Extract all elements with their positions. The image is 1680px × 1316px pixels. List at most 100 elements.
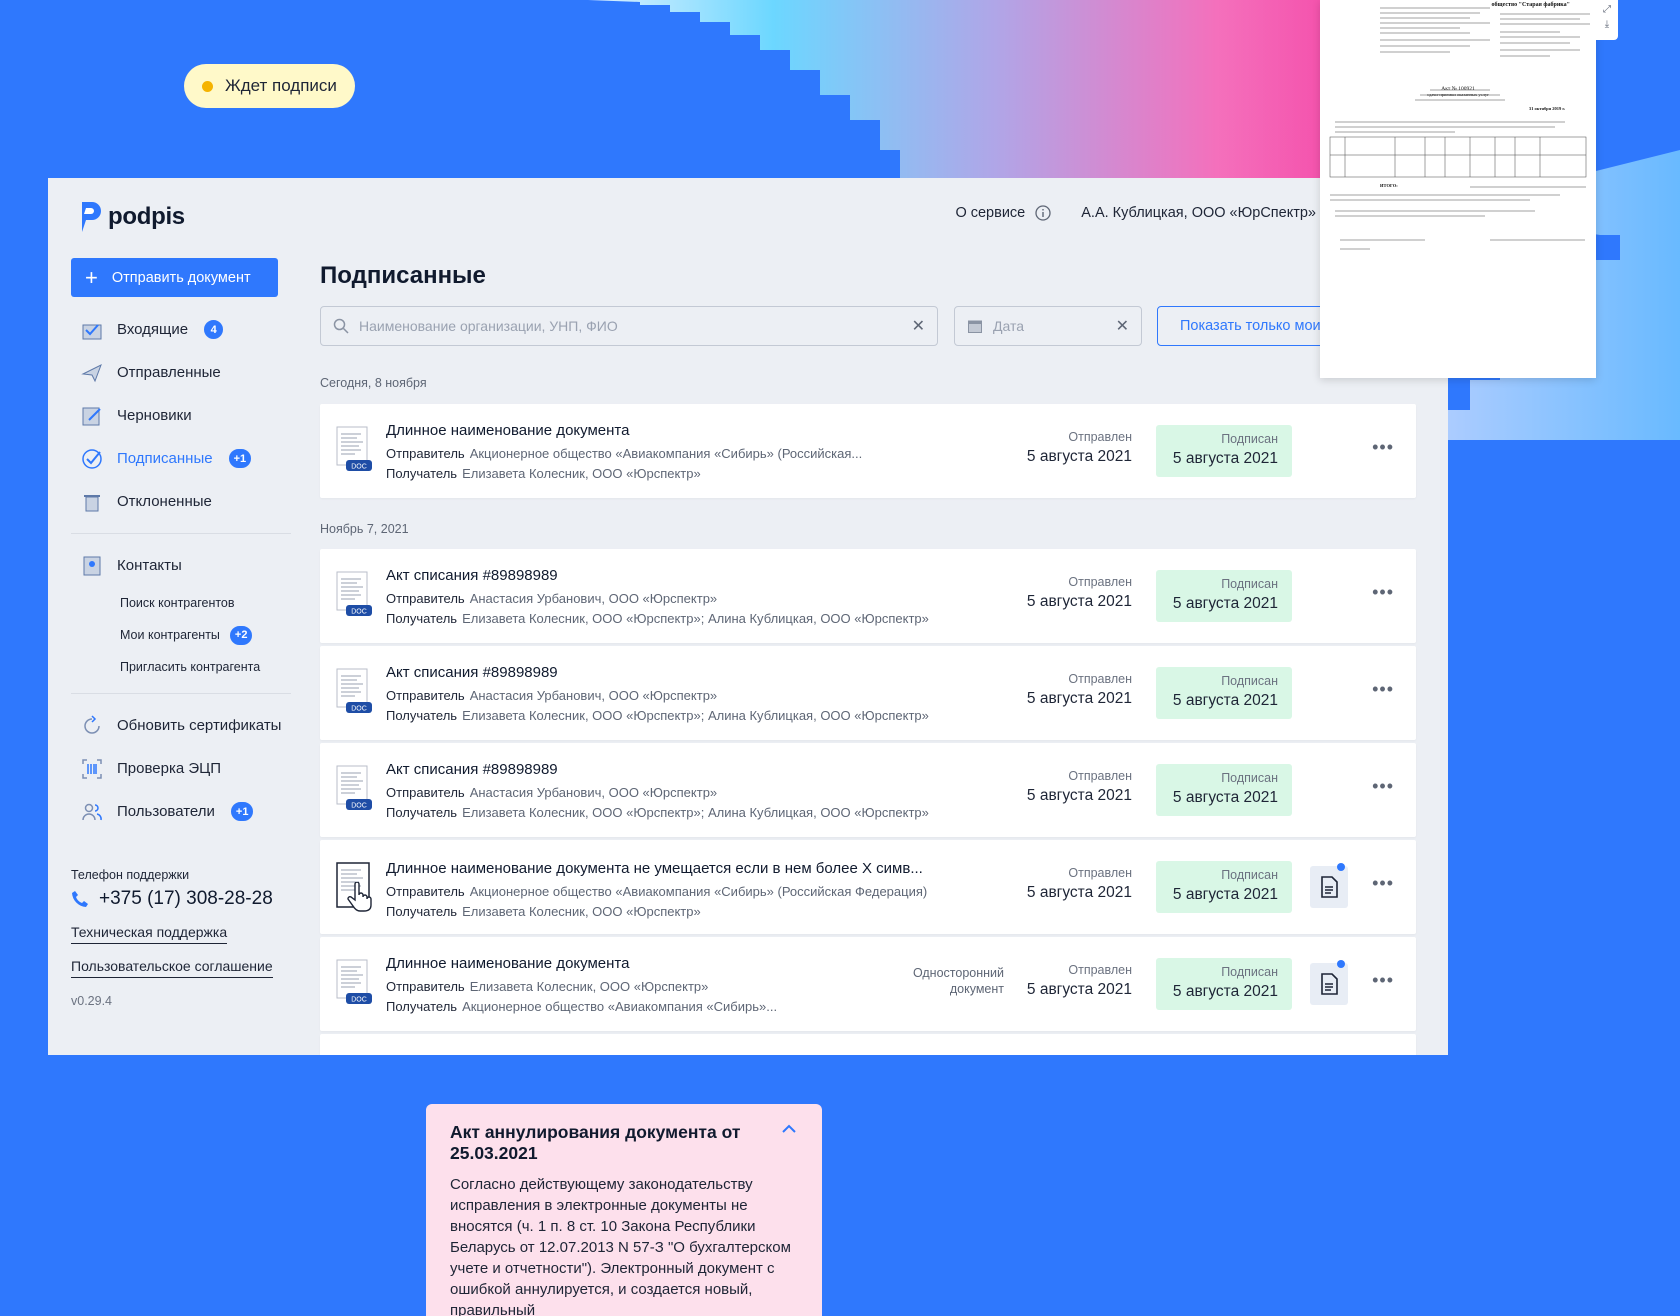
document-title[interactable]: Акт списания #89898989 — [386, 664, 558, 681]
sidebar-item-label: Черновики — [117, 407, 192, 424]
app-window: podpis + Отправить документ Входящие 4 О… — [48, 178, 1448, 1055]
recipient-value: Елизавета Колесник, ООО «Юрспектр» — [462, 466, 701, 481]
tech-support-link[interactable]: Техническая поддержка — [71, 924, 228, 944]
download-icon[interactable]: ⤓ — [1596, 19, 1618, 30]
sidebar-item-users[interactable]: Пользователи +1 — [71, 790, 291, 833]
doc-type-label: DOC — [351, 464, 367, 471]
send-document-button[interactable]: + Отправить документ — [71, 258, 278, 297]
signed-date: 5 августа 2021 — [1172, 789, 1278, 806]
document-title[interactable]: Акт списания #89898989 — [386, 567, 558, 584]
sidebar-subitem-my-contractors[interactable]: Мои контрагенты +2 — [71, 619, 291, 651]
more-options-icon[interactable]: ••• — [1372, 873, 1394, 894]
annulment-info-card: Акт аннулирования документа от 25.03.202… — [426, 1104, 822, 1316]
search-icon — [333, 318, 349, 334]
signed-status: Подписан 5 августа 2021 — [1156, 570, 1292, 622]
status-dot — [202, 80, 213, 92]
contacts-icon — [81, 555, 103, 577]
sidebar-item-drafts[interactable]: Черновики — [71, 394, 291, 437]
document-title[interactable]: Длинное наименование документа — [386, 955, 629, 972]
group-label: Ноябрь 7, 2021 — [320, 522, 409, 536]
sidebar-nav: Входящие 4 Отправленные Черновики Подпис… — [71, 308, 291, 833]
more-options-icon[interactable]: ••• — [1372, 776, 1394, 797]
document-title[interactable]: Длинное наименование документа — [386, 422, 629, 439]
document-row[interactable]: Длинное наименование документа не умещае… — [320, 840, 1416, 934]
users-icon — [81, 801, 103, 823]
sent-label: Отправлен — [1068, 769, 1132, 783]
sent-date: 5 августа 2021 — [1026, 448, 1132, 465]
clear-search-icon[interactable]: ✕ — [912, 316, 925, 336]
recipient-label: Получатель — [386, 611, 458, 626]
sidebar-item-signed[interactable]: Подписанные +1 — [71, 437, 291, 480]
sender-label: Отправитель — [386, 884, 465, 899]
document-title[interactable]: Длинное наименование документа не умещае… — [386, 860, 923, 877]
clear-date-icon[interactable]: ✕ — [1116, 316, 1129, 336]
document-sender: Отправитель Анастасия Урбанович, ООО «Юрс… — [386, 785, 717, 800]
about-service-button[interactable]: О сервисе — [955, 205, 1051, 221]
signed-status: Подписан 5 августа 2021 — [1156, 667, 1292, 719]
sidebar-item-sent[interactable]: Отправленные — [71, 351, 291, 394]
doc-type-label: DOC — [351, 803, 367, 810]
search-input[interactable]: Наименование организации, УНП, ФИО ✕ — [320, 306, 938, 346]
chevron-up-icon[interactable] — [782, 1124, 796, 1134]
document-preview-content: общество "Старая фабрика" Акт № 100921 с… — [1329, 1, 1590, 250]
document-row[interactable]: DOC Акт списания #89898989 Отправитель Ан… — [320, 549, 1416, 643]
document-recipient: Получатель Елизавета Колесник, ООО «Юрспе… — [386, 805, 929, 820]
inbox-badge: 4 — [202, 318, 226, 341]
send-document-label: Отправить документ — [111, 269, 251, 286]
document-recipient: Получатель Елизавета Колесник, ООО «Юрспе… — [386, 904, 701, 919]
sent-label: Отправлен — [1068, 575, 1132, 589]
open-document-button[interactable] — [1310, 863, 1348, 908]
document-row[interactable]: DOC Длинное наименование документа Отпра… — [320, 937, 1416, 1031]
document-sender: Отправитель Акционерное общество «Авиаком… — [386, 446, 862, 461]
sidebar-item-contacts[interactable]: Контакты — [71, 544, 291, 587]
sidebar-item-rejected[interactable]: Отклоненные — [71, 480, 291, 523]
sidebar-item-inbox[interactable]: Входящие 4 — [71, 308, 291, 351]
sender-label: Отправитель — [386, 446, 465, 461]
sidebar-item-update-certificates[interactable]: Обновить сертификаты — [71, 704, 291, 747]
sidebar-subitem-invite-contractor[interactable]: Пригласить контрагента — [71, 651, 291, 683]
sidebar-subitem-search-contractors[interactable]: Поиск контрагентов — [71, 587, 291, 619]
more-options-icon[interactable]: ••• — [1372, 970, 1394, 991]
expand-icon[interactable]: ⤢ — [1596, 4, 1618, 15]
date-filter-input[interactable]: Дата ✕ — [954, 306, 1142, 346]
pencil-icon — [81, 405, 103, 427]
info-icon — [1035, 205, 1051, 221]
user-agreement-link[interactable]: Пользовательское соглашение — [71, 958, 273, 978]
doc-thumbnail-icon: DOC — [336, 959, 372, 1004]
more-options-icon[interactable]: ••• — [1372, 582, 1394, 603]
open-document-button[interactable] — [1310, 960, 1348, 1005]
document-row[interactable]: DOC Акт списания #89898989 Отправитель Ан… — [320, 743, 1416, 837]
document-row[interactable]: DOC Акт списания #89898989 Отправитель Ан… — [320, 646, 1416, 740]
signed-label: Подписан — [1221, 432, 1278, 446]
page-title: Подписанные — [320, 262, 486, 289]
sent-info: Отправлен 5 августа 2021 — [1027, 430, 1132, 466]
doc-type-label: DOC — [351, 609, 367, 616]
document-row-partial[interactable] — [320, 1034, 1416, 1055]
document-preview: общество "Старая фабрика" Акт № 100921 с… — [1320, 0, 1596, 378]
signed-date: 5 августа 2021 — [1172, 595, 1278, 612]
users-badge: +1 — [228, 800, 256, 823]
sent-label: Отправлен — [1068, 963, 1132, 977]
logo[interactable]: podpis — [78, 200, 185, 234]
divider — [71, 693, 291, 694]
sender-label: Отправитель — [386, 979, 465, 994]
one-sided-document-note: Односторонний документ — [912, 966, 1004, 996]
more-options-icon[interactable]: ••• — [1372, 679, 1394, 700]
more-options-icon[interactable]: ••• — [1372, 437, 1394, 458]
sender-value: Елизавета Колесник, ООО «Юрспектр» — [469, 979, 709, 994]
user-menu[interactable]: А.А. Кублицкая, ООО «ЮрСпектр» — [1081, 202, 1348, 224]
document-recipient: Получатель Елизавета Колесник, ООО «Юрспе… — [386, 708, 929, 723]
sidebar-item-verify-signature[interactable]: Проверка ЭЦП — [71, 747, 291, 790]
document-row[interactable]: DOC Длинное наименование документа Отпра… — [320, 404, 1416, 498]
recipient-label: Получатель — [386, 904, 458, 919]
document-sender: Отправитель Анастасия Урбанович, ООО «Юрс… — [386, 591, 717, 606]
support-phone[interactable]: +375 (17) 308-28-28 — [71, 888, 301, 910]
signed-date: 5 августа 2021 — [1172, 983, 1278, 1000]
signed-status: Подписан 5 августа 2021 — [1156, 764, 1292, 816]
document-icon — [1321, 876, 1338, 898]
sidebar-item-label: Входящие — [117, 321, 189, 338]
date-placeholder: Дата — [993, 318, 1025, 334]
doc-thumbnail-icon: DOC — [336, 426, 372, 471]
document-title[interactable]: Акт списания #89898989 — [386, 761, 558, 778]
signed-label: Подписан — [1221, 771, 1278, 785]
